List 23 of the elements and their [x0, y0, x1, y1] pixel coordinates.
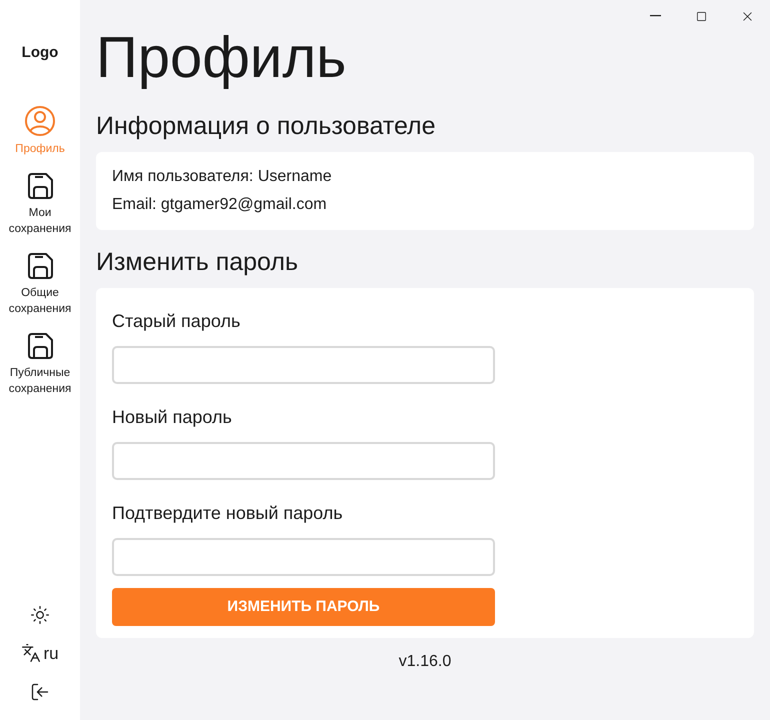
version-text: v1.16.0 — [398, 652, 452, 672]
language-button[interactable]: ru — [21, 640, 59, 666]
section-heading: Информация о пользователе — [96, 111, 437, 142]
field-label: Новый пароль — [112, 406, 233, 429]
password-field[interactable] — [112, 442, 495, 480]
info-text: Email: gtgamer92@gmail.com — [112, 195, 328, 215]
nav-item[interactable]: Публичные сохранения — [1, 330, 79, 396]
info-text: Имя пользователя: Username — [112, 167, 333, 187]
field-label: Старый пароль — [112, 310, 242, 333]
logo: Logo — [22, 43, 58, 63]
translate-icon — [21, 643, 42, 664]
field-label: Подтвердите новый пароль — [112, 502, 344, 525]
user-icon — [24, 104, 56, 136]
section-heading: Изменить пароль — [96, 247, 300, 278]
maximize-icon — [696, 10, 706, 22]
nav-item[interactable]: Мои сохранения — [1, 170, 79, 236]
exit-icon — [30, 682, 50, 702]
password-field[interactable] — [112, 346, 495, 384]
minimize-icon — [650, 15, 660, 17]
page-title: Профиль — [96, 24, 348, 92]
sun-icon — [30, 604, 50, 624]
nav-item[interactable]: Общие сохранения — [1, 250, 79, 316]
password-field[interactable] — [112, 538, 495, 576]
